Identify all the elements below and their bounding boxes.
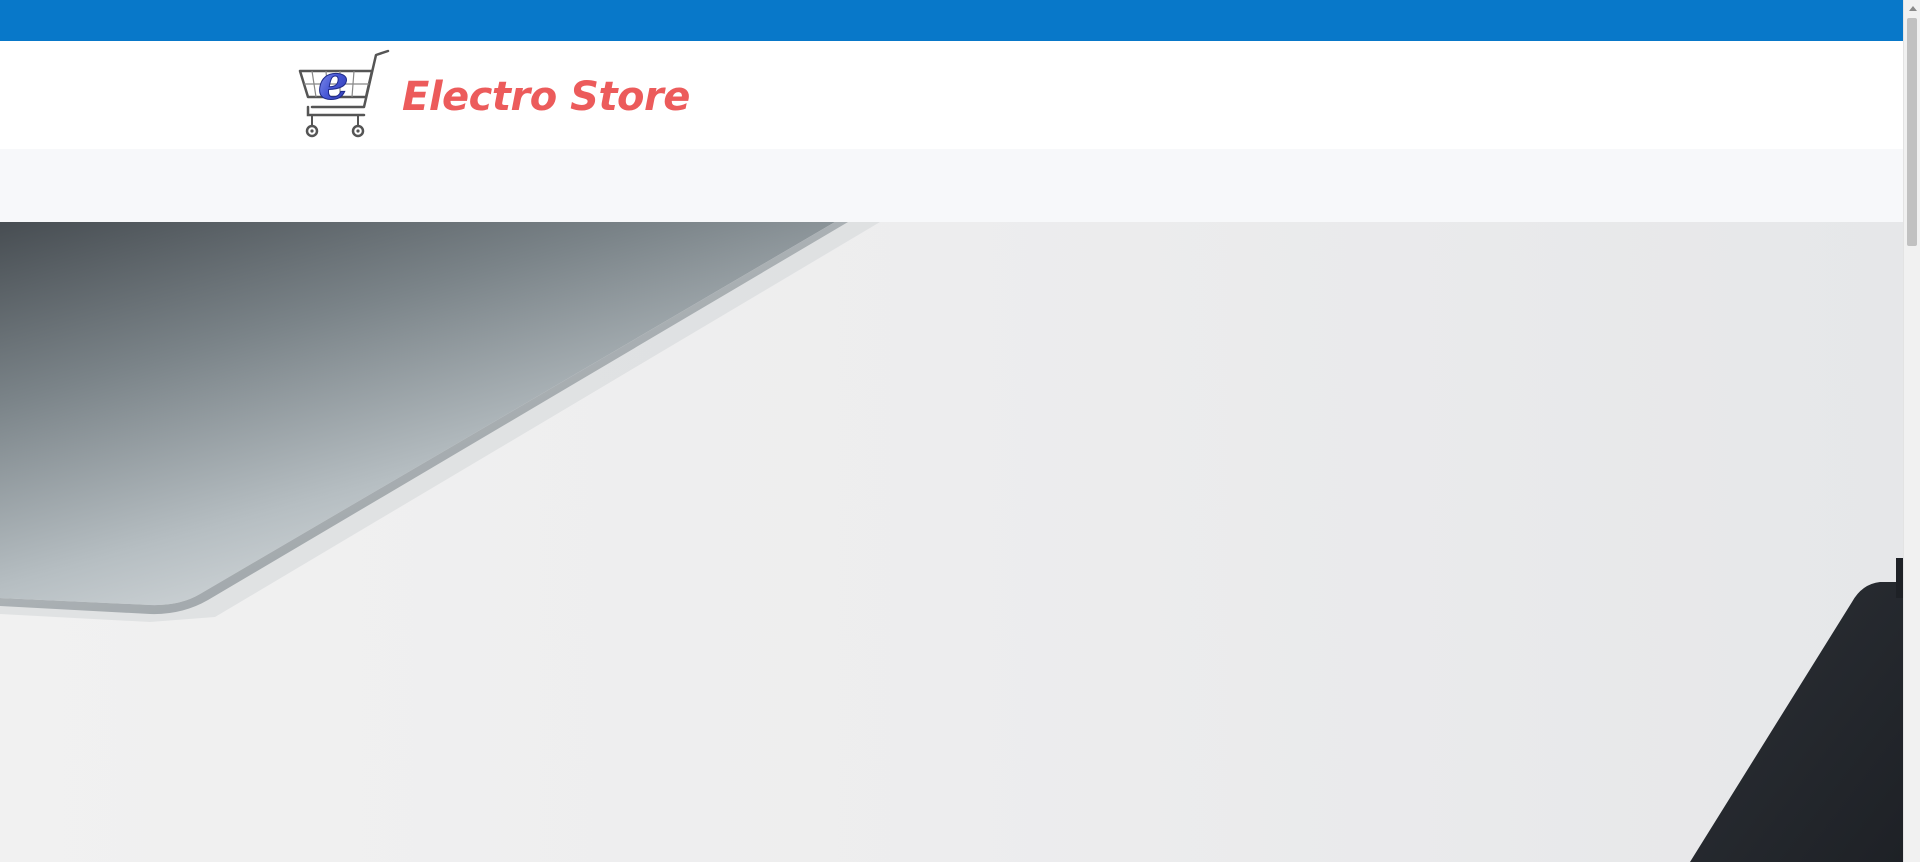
scroll-up-arrow-icon[interactable]: [1904, 0, 1920, 17]
shopping-cart-icon: e: [298, 49, 390, 138]
home-logo-link[interactable]: e Electro Store: [298, 49, 690, 139]
hero-banner-image: [0, 222, 1903, 862]
nav-bar: [0, 149, 1903, 222]
scrollbar-thumb[interactable]: [1907, 18, 1917, 246]
vertical-scrollbar[interactable]: [1903, 0, 1920, 862]
store-name: Electro Store: [402, 74, 690, 120]
site-header: e Electro Store: [0, 41, 1903, 149]
logo-letter: e: [318, 55, 349, 111]
top-bar: [0, 0, 1903, 41]
page: e Electro Store: [0, 0, 1920, 862]
laptop-on-desk-photo: [0, 222, 1903, 862]
